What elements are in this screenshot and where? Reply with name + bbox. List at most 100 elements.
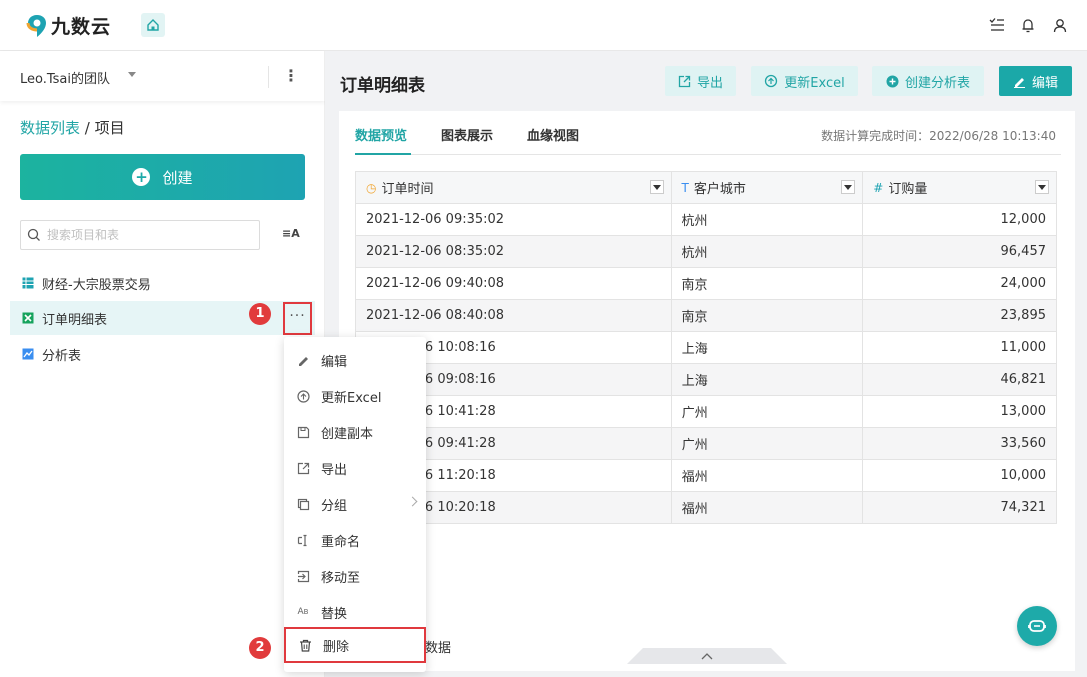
content-card: 数据预览 图表展示 血缘视图 数据计算完成时间：2022/06/28 10:13…: [339, 111, 1075, 671]
chat-icon: [1028, 620, 1046, 632]
table-cell: 33,560: [863, 428, 1057, 460]
dropdown-icon[interactable]: [1035, 180, 1049, 194]
caret-down-icon[interactable]: [128, 72, 136, 77]
tab-lineage-view[interactable]: 血缘视图: [527, 125, 579, 144]
table-cell: 福州: [671, 492, 864, 524]
column-header-quantity[interactable]: # 订购量: [863, 172, 1057, 204]
group-icon: [296, 497, 310, 511]
team-name: Leo.Tsai的团队: [20, 72, 111, 87]
trash-icon: [298, 638, 312, 652]
menu-item-label: 分组: [321, 498, 348, 514]
column-label: 订购量: [888, 182, 928, 197]
clock-icon: ◷: [366, 180, 377, 195]
table-row: 2021-12-06 08:35:02 杭州 96,457: [356, 236, 1057, 268]
column-header-city[interactable]: T 客户城市: [671, 172, 864, 204]
dropdown-icon[interactable]: [649, 180, 664, 194]
replace-icon: AB: [297, 607, 309, 617]
export-icon: [678, 75, 691, 88]
search-input[interactable]: [47, 225, 247, 245]
create-label: 创建: [162, 168, 193, 187]
table-cell: 福州: [671, 460, 864, 492]
home-button[interactable]: [141, 13, 165, 37]
sidebar-item-analysis[interactable]: 分析表: [10, 337, 315, 371]
step-badge-1: 1: [249, 303, 271, 325]
export-button[interactable]: 导出: [665, 66, 736, 96]
chat-support-button[interactable]: [1017, 606, 1057, 646]
menu-item-update-excel[interactable]: 更新Excel: [284, 378, 426, 414]
table-cell: 96,457: [863, 236, 1057, 268]
table-cell: 上海: [671, 332, 864, 364]
bottom-panel-label: 数据: [425, 641, 452, 656]
top-bar: 九数云: [0, 0, 1087, 51]
menu-item-label: 创建副本: [321, 426, 374, 442]
main-panel: 订单明细表 导出 更新Excel 创建分析表 编辑 数据预览 图表展示 血缘视图…: [325, 51, 1087, 677]
menu-item-label: 重命名: [321, 534, 361, 550]
refresh-icon: [296, 389, 310, 403]
menu-item-delete[interactable]: 删除: [284, 627, 426, 663]
item-more-button[interactable]: ···: [283, 302, 312, 335]
create-analysis-button[interactable]: 创建分析表: [872, 66, 984, 96]
breadcrumb-separator: /: [80, 119, 95, 137]
sort-icon[interactable]: ≡A: [282, 227, 300, 240]
page-title: 订单明细表: [340, 76, 425, 96]
excel-icon: [22, 312, 34, 324]
edit-button[interactable]: 编辑: [999, 66, 1072, 96]
table-row: 06 10:20:18 福州 74,321: [356, 492, 1057, 524]
create-button[interactable]: + 创建: [20, 154, 305, 200]
table-cell: 广州: [671, 396, 864, 428]
menu-item-group[interactable]: 分组: [284, 486, 426, 522]
search-box[interactable]: [20, 220, 260, 250]
search-icon: [27, 228, 40, 241]
bell-icon[interactable]: [1019, 16, 1037, 34]
table-cell: 10,000: [863, 460, 1057, 492]
table-row: 06 09:41:28 广州 33,560: [356, 428, 1057, 460]
table-row: 2021-12-06 09:35:02 杭州 12,000: [356, 204, 1057, 236]
divider: [268, 66, 269, 88]
chart-icon: [22, 348, 34, 360]
table-row: 06 11:20:18 福州 10,000: [356, 460, 1057, 492]
menu-item-export[interactable]: 导出: [284, 450, 426, 486]
step-badge-2: 2: [249, 637, 271, 659]
save-icon: [296, 425, 310, 439]
export-label: 导出: [696, 75, 723, 91]
task-list-icon[interactable]: [988, 16, 1006, 34]
user-icon[interactable]: [1051, 16, 1069, 34]
more-vertical-icon[interactable]: ⋮: [283, 65, 299, 87]
pen-icon: [296, 353, 310, 367]
table-cell: 13,000: [863, 396, 1057, 428]
logo[interactable]: 九数云: [26, 12, 111, 39]
table-cell: 23,895: [863, 300, 1057, 332]
update-excel-button[interactable]: 更新Excel: [751, 66, 858, 96]
logo-icon: [26, 13, 48, 39]
collapse-panel-handle[interactable]: [627, 648, 787, 664]
home-icon: [147, 19, 159, 31]
plus-icon: +: [132, 168, 151, 186]
menu-item-duplicate[interactable]: 创建副本: [284, 414, 426, 450]
table-icon: [22, 277, 34, 289]
edit-label: 编辑: [1031, 75, 1058, 91]
team-selector[interactable]: Leo.Tsai的团队 ⋮: [0, 51, 325, 101]
menu-item-label: 更新Excel: [321, 390, 382, 406]
sidebar-item-label: 订单明细表: [42, 312, 108, 328]
rename-icon: [296, 533, 310, 547]
table-cell: 杭州: [671, 236, 864, 268]
column-header-order-time[interactable]: ◷ 订单时间: [356, 172, 672, 204]
dropdown-icon[interactable]: [841, 180, 856, 194]
menu-item-move-to[interactable]: 移动至: [284, 558, 426, 594]
data-table: ◷ 订单时间 T 客户城市 # 订购量 2021-12-06 09:35:02 杭…: [355, 171, 1057, 524]
tab-data-preview[interactable]: 数据预览: [355, 125, 407, 144]
table-cell: 24,000: [863, 268, 1057, 300]
menu-item-edit[interactable]: 编辑: [284, 342, 426, 378]
menu-item-label: 移动至: [321, 570, 361, 586]
menu-item-replace[interactable]: AB 替换: [284, 594, 426, 630]
sidebar-item-finance[interactable]: 财经-大宗股票交易: [10, 266, 315, 300]
column-label: 订单时间: [381, 182, 434, 197]
context-menu: 编辑 更新Excel 创建副本 导出 分组 重命名 移动至 AB 替换 删除: [284, 337, 426, 672]
table-cell: 11,000: [863, 332, 1057, 364]
breadcrumb: 数据列表 / 项目: [20, 117, 125, 138]
plus-circle-icon: [886, 75, 899, 88]
menu-item-rename[interactable]: 重命名: [284, 522, 426, 558]
breadcrumb-root[interactable]: 数据列表: [20, 119, 80, 137]
tab-chart-display[interactable]: 图表展示: [441, 125, 493, 144]
table-row: 06 10:08:16 上海 11,000: [356, 332, 1057, 364]
